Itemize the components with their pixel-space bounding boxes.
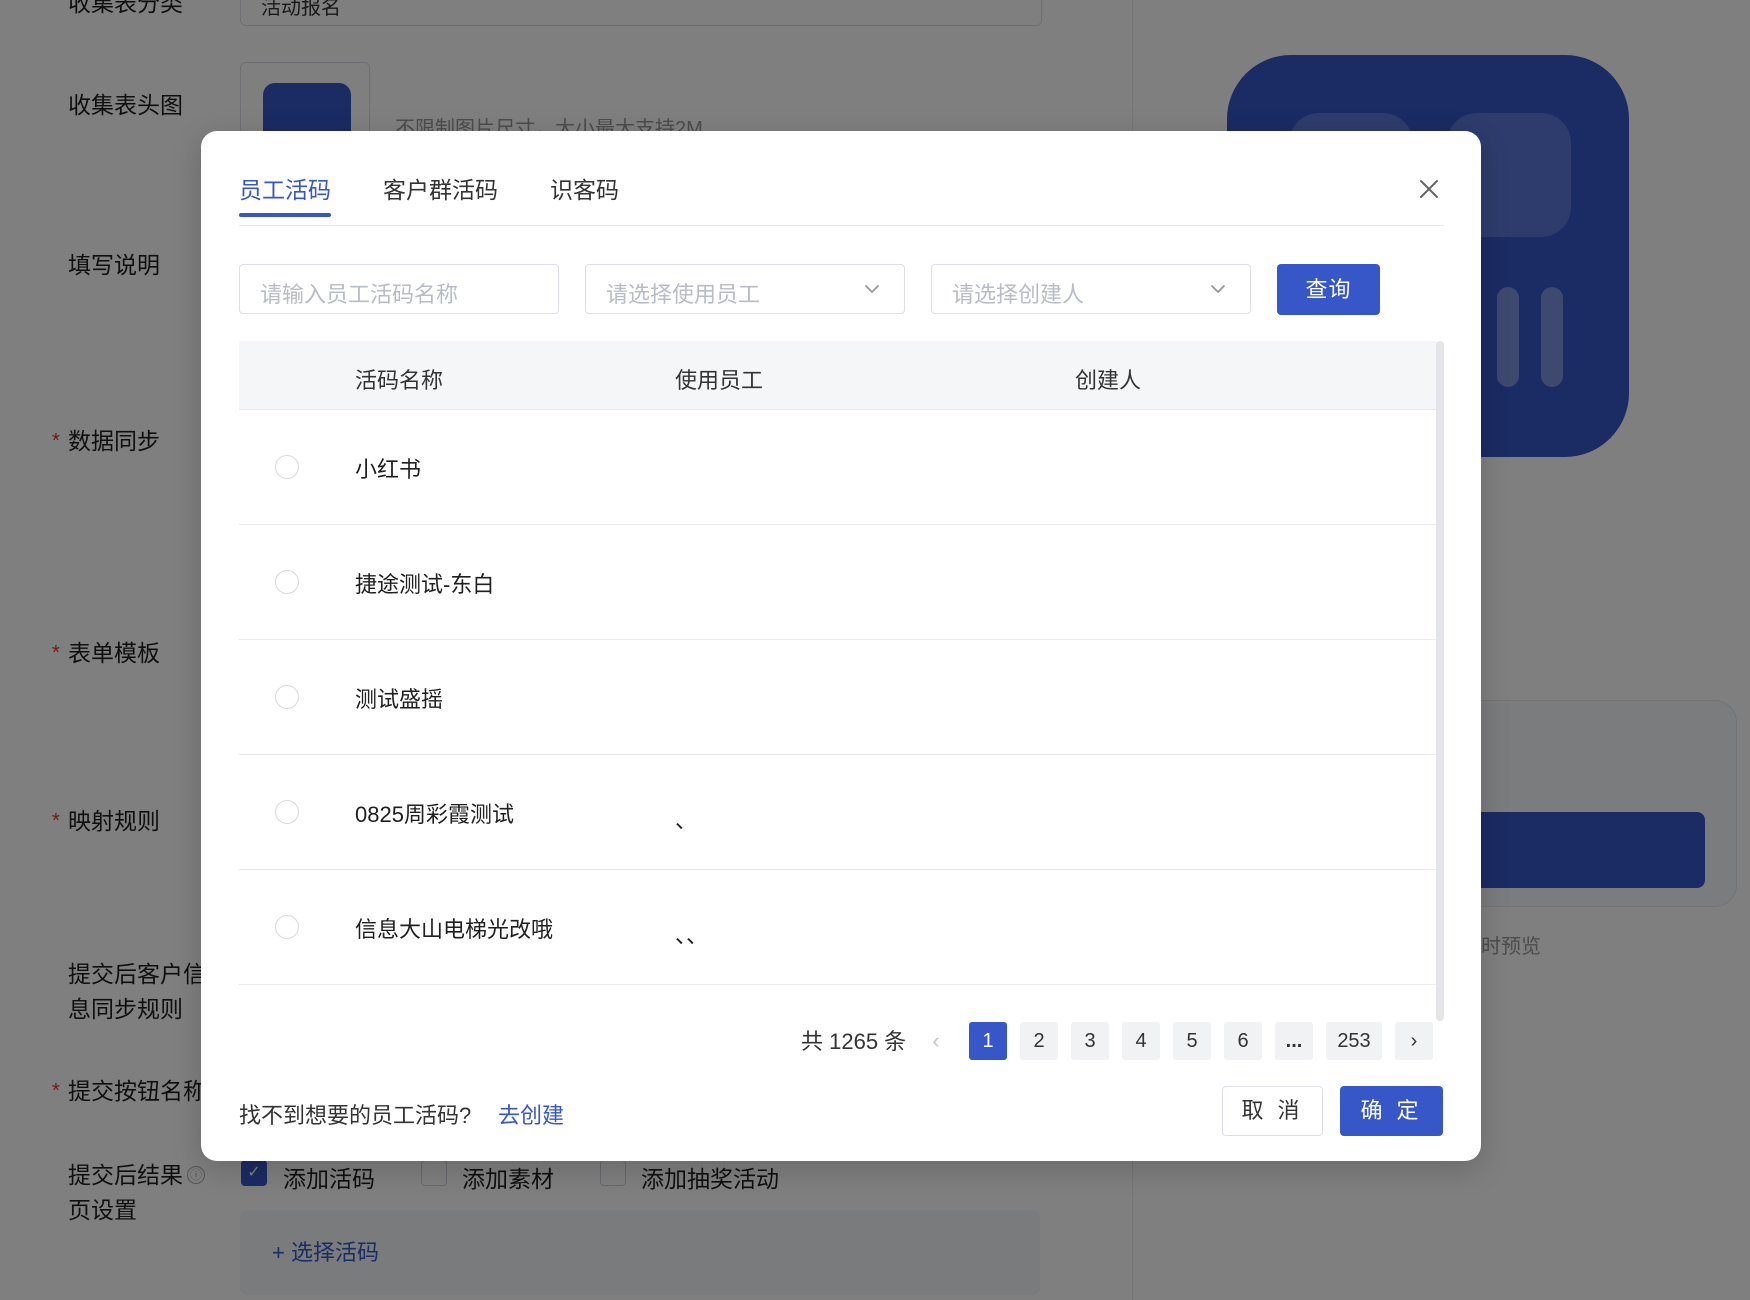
table-row[interactable]: 信息大山电梯光改哦 、、 <box>239 870 1436 985</box>
code-name-placeholder: 请输入员工活码名称 <box>260 282 459 307</box>
page-button-last[interactable]: 253 <box>1326 1022 1382 1060</box>
row-code-name: 捷途测试-东白 <box>355 572 495 597</box>
page-button-3[interactable]: 3 <box>1071 1022 1109 1060</box>
row-employees: 、、 <box>675 923 709 948</box>
footer-hint: 找不到想要的员工活码? <box>239 1103 472 1128</box>
query-button[interactable]: 查询 <box>1277 264 1380 315</box>
code-name-input[interactable]: 请输入员工活码名称 <box>239 264 559 314</box>
tabs-divider <box>239 225 1444 226</box>
chevron-down-icon <box>865 285 879 293</box>
code-table: 活码名称 使用员工 创建人 小红书 捷途测试-东白 测试盛摇 0825周彩霞测试… <box>239 341 1436 985</box>
close-icon[interactable] <box>1417 177 1441 201</box>
employee-select-placeholder: 请选择使用员工 <box>606 282 761 307</box>
confirm-button[interactable]: 确 定 <box>1340 1086 1443 1136</box>
row-radio[interactable] <box>275 685 299 709</box>
page-ellipsis[interactable]: ... <box>1275 1022 1313 1060</box>
column-header-employees: 使用员工 <box>675 368 764 393</box>
tab-group-code[interactable]: 客户群活码 <box>383 171 498 217</box>
column-header-creator: 创建人 <box>1075 368 1142 393</box>
chevron-down-icon <box>1211 285 1225 293</box>
row-employees: 、 <box>675 808 698 833</box>
column-header-name: 活码名称 <box>355 368 444 393</box>
page-button-5[interactable]: 5 <box>1173 1022 1211 1060</box>
row-code-name: 测试盛摇 <box>355 687 444 712</box>
creator-select-placeholder: 请选择创建人 <box>952 282 1085 307</box>
select-code-modal: 员工活码 客户群活码 识客码 请输入员工活码名称 请选择使用员工 请选择创建人 … <box>201 131 1481 1161</box>
row-code-name: 信息大山电梯光改哦 <box>355 917 554 942</box>
employee-select[interactable]: 请选择使用员工 <box>585 264 905 314</box>
row-radio[interactable] <box>275 455 299 479</box>
creator-select[interactable]: 请选择创建人 <box>931 264 1251 314</box>
modal-tabs: 员工活码 客户群活码 识客码 <box>239 171 671 217</box>
row-code-name: 0825周彩霞测试 <box>355 802 514 827</box>
page-button-2[interactable]: 2 <box>1020 1022 1058 1060</box>
row-radio[interactable] <box>275 915 299 939</box>
page-button-6[interactable]: 6 <box>1224 1022 1262 1060</box>
prev-page-icon[interactable]: ‹ <box>917 1022 955 1060</box>
tab-employee-code[interactable]: 员工活码 <box>239 171 331 217</box>
row-radio[interactable] <box>275 570 299 594</box>
row-radio[interactable] <box>275 800 299 824</box>
pagination-total: 共 1265 条 <box>801 1029 907 1054</box>
table-row[interactable]: 测试盛摇 <box>239 640 1436 755</box>
page-button-1[interactable]: 1 <box>969 1022 1007 1060</box>
row-code-name: 小红书 <box>355 457 422 482</box>
next-page-icon[interactable]: › <box>1395 1022 1433 1060</box>
create-link[interactable]: 去创建 <box>498 1098 564 1130</box>
table-row[interactable]: 捷途测试-东白 <box>239 525 1436 640</box>
table-row[interactable]: 小红书 <box>239 410 1436 525</box>
table-scrollbar[interactable] <box>1436 341 1444 1021</box>
table-row[interactable]: 0825周彩霞测试 、 <box>239 755 1436 870</box>
table-header: 活码名称 使用员工 创建人 <box>239 341 1436 410</box>
cancel-button[interactable]: 取 消 <box>1222 1086 1323 1136</box>
tab-customer-code[interactable]: 识客码 <box>550 171 619 217</box>
page-button-4[interactable]: 4 <box>1122 1022 1160 1060</box>
